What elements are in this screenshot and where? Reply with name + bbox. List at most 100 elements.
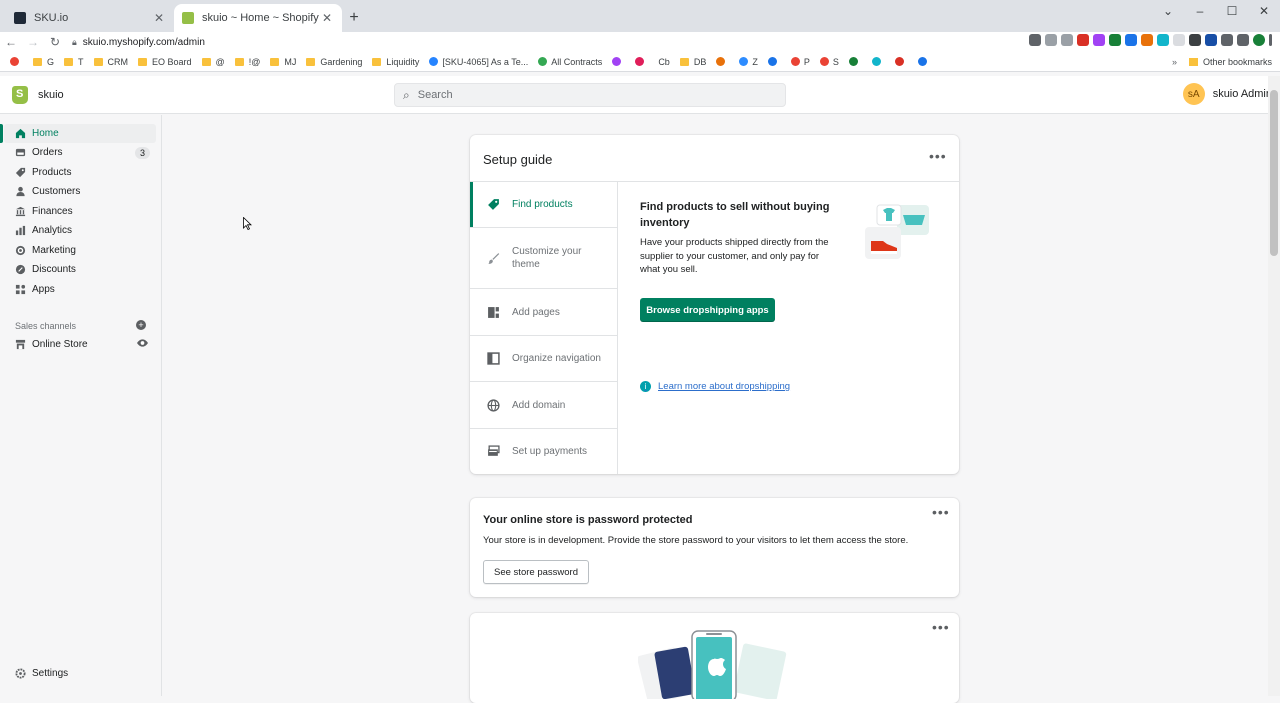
gmail-icon	[790, 57, 800, 66]
learn-more-dropshipping-link[interactable]: i Learn more about dropshipping	[640, 381, 790, 392]
page-scrollbar[interactable]	[1268, 76, 1280, 696]
setup-step-add-domain[interactable]: Add domain	[470, 382, 617, 429]
sidebar-item-customers[interactable]: Customers	[4, 182, 156, 201]
bookmark-item[interactable]	[917, 57, 931, 66]
user-menu[interactable]: sA skuio Admin	[1182, 83, 1272, 105]
maximize-icon[interactable]: ☐	[1216, 0, 1248, 22]
chevron-right-icon[interactable]: »	[1172, 57, 1177, 67]
setup-step-find-products[interactable]: Find products	[470, 182, 617, 228]
sidebar-item-finances[interactable]: Finances	[4, 202, 156, 221]
extension-navy-icon[interactable]	[1205, 34, 1217, 46]
browser-tab-shopify[interactable]: skuio ~ Home ~ Shopify ✕	[174, 4, 342, 32]
add-sales-channel-icon[interactable]: +	[136, 320, 146, 330]
more-options-icon[interactable]: •••	[932, 504, 950, 520]
reload-icon[interactable]: ↻	[44, 35, 66, 49]
close-tab-icon[interactable]: ✕	[152, 11, 166, 25]
bookmark-item[interactable]: T	[64, 57, 84, 67]
extension-teal-icon[interactable]	[1157, 34, 1169, 46]
bookmark-item[interactable]: S	[819, 57, 839, 67]
extension-gray-icon[interactable]	[1173, 34, 1185, 46]
bookmark-site-icon	[871, 57, 881, 66]
extension-blue-icon[interactable]	[1125, 34, 1137, 46]
bookmark-item[interactable]: P	[790, 57, 810, 67]
tab-search-icon[interactable]: ⌄	[1152, 0, 1184, 22]
more-options-icon[interactable]: •••	[929, 148, 947, 164]
navigation-icon	[486, 352, 500, 366]
back-icon[interactable]: ←	[0, 35, 22, 49]
close-tab-icon[interactable]: ✕	[320, 11, 334, 25]
bookmark-item[interactable]: Gardening	[306, 57, 362, 67]
learn-more-label: Learn more about dropshipping	[658, 381, 791, 392]
bookmark-item[interactable]	[635, 57, 648, 66]
bookmark-item[interactable]: All Contracts	[538, 57, 602, 67]
other-bookmarks[interactable]: » Other bookmarks	[1172, 57, 1272, 67]
bookmark-item[interactable]: !@	[234, 57, 260, 67]
extension-red-icon[interactable]	[1077, 34, 1089, 46]
menu-kebab-icon[interactable]	[1269, 34, 1272, 46]
sidebar-item-apps[interactable]: Apps	[4, 280, 156, 299]
url-field[interactable]: 🔒︎ skuio.myshopify.com/admin	[72, 33, 872, 51]
folder-icon	[234, 57, 244, 66]
extension-purple-icon[interactable]	[1093, 34, 1105, 46]
bookmark-label: [SKU-4065] As a Te...	[442, 56, 529, 67]
bookmark-item[interactable]	[871, 57, 885, 66]
bookmark-label: DB	[693, 56, 707, 67]
extension-dark-icon[interactable]	[1189, 34, 1201, 46]
sidebar-item-analytics[interactable]: Analytics	[4, 221, 156, 240]
setup-step-label: Customize your theme	[512, 246, 582, 270]
setup-step-set-up-payments[interactable]: Set up payments	[470, 429, 617, 474]
bank-icon	[15, 206, 26, 217]
bookmark-item[interactable]: CRM	[93, 57, 128, 67]
bookmark-item[interactable]: Cb	[658, 57, 670, 67]
share-icon[interactable]	[1045, 34, 1057, 46]
star-icon[interactable]	[1061, 34, 1073, 46]
camera-icon[interactable]	[1029, 34, 1041, 46]
sidepanel-icon[interactable]	[1237, 34, 1249, 46]
folder-icon	[33, 57, 42, 66]
scrollbar-thumb[interactable]	[1270, 90, 1278, 256]
bookmark-item[interactable]	[848, 57, 862, 66]
more-options-icon[interactable]: •••	[932, 619, 950, 635]
setup-step-add-pages[interactable]: Add pages	[470, 289, 617, 336]
bookmark-item[interactable]: Liquidity	[372, 57, 419, 67]
sidebar-item-online-store[interactable]: Online Store	[4, 335, 156, 354]
bookmark-item[interactable]: Z	[739, 57, 758, 67]
close-window-icon[interactable]: ✕	[1248, 0, 1280, 22]
bookmark-item[interactable]	[767, 57, 781, 66]
bookmark-item[interactable]: EO Board	[138, 57, 192, 67]
bookmark-item[interactable]: G	[33, 57, 54, 67]
setup-step-organize-navigation[interactable]: Organize navigation	[470, 336, 617, 382]
forward-icon[interactable]: →	[22, 35, 44, 49]
eye-icon[interactable]	[137, 339, 148, 350]
sidebar-item-products[interactable]: Products	[4, 163, 156, 182]
profile-avatar-icon[interactable]	[1253, 34, 1265, 46]
sidebar-item-settings[interactable]: Settings	[4, 664, 156, 683]
bookmark-item[interactable]: DB	[679, 56, 707, 67]
puzzle-icon[interactable]	[1221, 34, 1233, 46]
bookmark-item[interactable]	[716, 57, 729, 66]
new-tab-button[interactable]: +	[342, 4, 366, 32]
bookmark-item[interactable]: MJ	[270, 57, 296, 67]
bookmark-apps[interactable]	[10, 57, 23, 66]
minimize-icon[interactable]: –	[1184, 0, 1216, 22]
url-text: skuio.myshopify.com/admin	[82, 36, 205, 48]
bookmark-item[interactable]	[612, 57, 625, 66]
extension-green-icon[interactable]	[1109, 34, 1121, 46]
bookmark-item[interactable]	[894, 57, 908, 66]
sidebar-item-discounts[interactable]: Discounts	[4, 260, 156, 279]
see-store-password-button[interactable]: See store password	[483, 560, 589, 584]
search-input[interactable]: ⌕ Search	[394, 83, 786, 107]
target-icon	[15, 245, 26, 256]
bookmark-item[interactable]: [SKU-4065] As a Te...	[429, 57, 528, 67]
promo-card: •••	[470, 613, 959, 703]
setup-step-customize-theme[interactable]: Customize your theme	[470, 228, 617, 289]
sidebar-item-marketing[interactable]: Marketing	[4, 241, 156, 260]
sidebar-item-home[interactable]: Home	[0, 124, 156, 143]
browser-tab-skuio[interactable]: SKU.io ✕	[6, 4, 174, 32]
sidebar-item-orders[interactable]: Orders 3	[4, 143, 156, 162]
browse-dropshipping-apps-button[interactable]: Browse dropshipping apps	[640, 298, 775, 322]
setup-step-label: Find products	[512, 199, 573, 210]
bookmark-item[interactable]: @	[201, 57, 225, 67]
store-brand[interactable]: skuio	[0, 85, 200, 104]
extension-orange-icon[interactable]	[1141, 34, 1153, 46]
